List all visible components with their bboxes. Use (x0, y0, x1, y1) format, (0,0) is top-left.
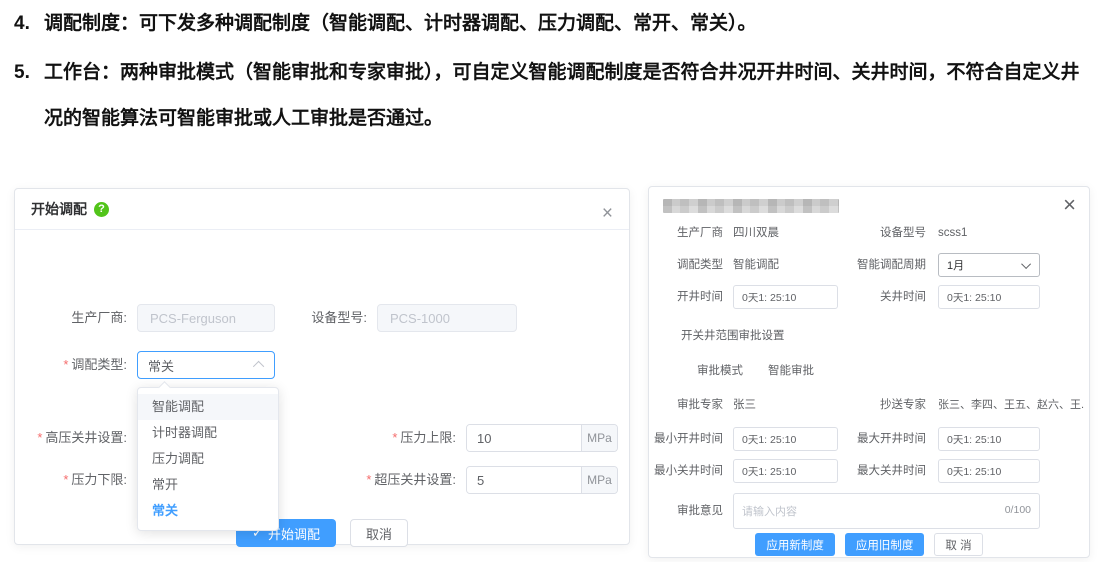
chevron-up-icon (253, 361, 264, 372)
apply-new-policy-button[interactable]: 应用新制度 (755, 533, 835, 556)
manufacturer-label: 生产厂商 (649, 221, 723, 245)
max-open-time-label: 最大开井时间 (836, 427, 926, 451)
smart-cycle-value: 1月 (947, 257, 964, 273)
apply-old-policy-button[interactable]: 应用旧制度 (845, 533, 925, 556)
overpressure-close-group: MPa (466, 466, 618, 494)
open-time-field[interactable] (733, 285, 838, 309)
dispatch-type-value: 智能调配 (733, 253, 779, 277)
approval-expert-value: 张三 (733, 393, 756, 417)
manufacturer-value: 四川双晨 (733, 221, 779, 245)
overpressure-close-unit: MPa (581, 467, 617, 493)
dialog-header: 开始调配 ? (15, 189, 629, 230)
doc-item-number: 4. (14, 8, 44, 40)
pressure-upper-group: MPa (466, 424, 618, 452)
pressure-upper-label: *压力上限: (355, 424, 456, 452)
doc-item-text: 工作台：两种审批模式（智能审批和专家审批），可自定义智能调配制度是否符合井况开井… (44, 50, 1094, 142)
dropdown-option-timer[interactable]: 计时器调配 (138, 420, 278, 446)
overpressure-close-label: *超压关井设置: (345, 466, 456, 494)
document-text: 4. 调配制度：可下发多种调配制度（智能调配、计时器调配、压力调配、常开、常关）… (14, 8, 1094, 142)
dropdown-option-pressure[interactable]: 压力调配 (138, 446, 278, 472)
comment-placeholder: 请输入内容 (742, 503, 797, 519)
approval-comment-label: 审批意见 (649, 499, 723, 523)
device-model-label: 设备型号 (836, 221, 926, 245)
cancel-button[interactable]: 取消 (350, 519, 408, 547)
dropdown-arrow (158, 381, 171, 394)
manufacturer-label: 生产厂商: (31, 304, 127, 332)
dialog-footer: 应用新制度 应用旧制度 取 消 (649, 533, 1089, 556)
dropdown-option-always-open[interactable]: 常开 (138, 472, 278, 498)
comment-char-counter: 0/100 (1005, 504, 1031, 516)
close-time-label: 关井时间 (836, 285, 926, 309)
high-pressure-close-label: *高压关井设置: (21, 424, 127, 452)
pressure-upper-field[interactable] (467, 425, 581, 451)
chevron-down-icon (1021, 259, 1031, 269)
dialog-body: 生产厂商: 设备型号: *调配类型: 常关 智能调配 计时器调配 压力调配 常开… (31, 229, 613, 544)
start-dispatch-dialog: 开始调配 ? × 生产厂商: 设备型号: *调配类型: 常关 智能调配 计时器调… (14, 188, 630, 545)
dispatch-type-select[interactable]: 常关 (137, 351, 275, 379)
dropdown-option-always-closed[interactable]: 常关 (138, 498, 278, 524)
open-time-label: 开井时间 (649, 285, 723, 309)
doc-item-number: 5. (14, 50, 44, 142)
cc-expert-value: 张三、李四、王五、赵六、王... (938, 393, 1084, 417)
dispatch-type-label: 调配类型 (649, 253, 723, 277)
help-icon[interactable]: ? (94, 202, 109, 217)
close-icon[interactable]: × (602, 204, 613, 223)
manufacturer-field (137, 304, 275, 332)
dropdown-option-smart[interactable]: 智能调配 (138, 394, 278, 420)
dispatch-type-dropdown: 智能调配 计时器调配 压力调配 常开 常关 (137, 387, 279, 531)
cc-expert-label: 抄送专家 (836, 393, 926, 417)
required-mark: * (392, 430, 397, 445)
required-mark: * (63, 472, 68, 487)
device-model-label: 设备型号: (275, 304, 367, 332)
required-mark: * (63, 357, 68, 372)
overpressure-close-field[interactable] (467, 467, 581, 493)
device-model-field (377, 304, 517, 332)
dispatch-type-label: *调配类型: (31, 351, 127, 379)
smart-cycle-select[interactable]: 1月 (938, 253, 1040, 277)
max-close-time-label: 最大关井时间 (836, 459, 926, 483)
approval-mode-value: 智能审批 (768, 359, 814, 383)
smart-cycle-label: 智能调配周期 (836, 253, 926, 277)
close-time-field[interactable] (938, 285, 1040, 309)
approval-review-dialog: × 生产厂商 四川双晨 设备型号 scss1 调配类型 智能调配 智能调配周期 … (648, 186, 1090, 558)
close-icon[interactable]: × (1063, 194, 1076, 216)
pressure-upper-unit: MPa (581, 425, 617, 451)
required-mark: * (37, 430, 42, 445)
pressure-lower-label: *压力下限: (31, 466, 127, 494)
doc-item-text: 调配制度：可下发多种调配制度（智能调配、计时器调配、压力调配、常开、常关）。 (44, 8, 1094, 40)
max-open-time-field[interactable] (938, 427, 1040, 451)
approval-comment-textarea[interactable]: 请输入内容 0/100 (733, 493, 1040, 529)
dispatch-type-value: 常关 (148, 356, 174, 375)
min-close-time-label: 最小关井时间 (649, 459, 723, 483)
min-close-time-field[interactable] (733, 459, 838, 483)
cancel-button[interactable]: 取 消 (934, 533, 982, 556)
redacted-title (663, 199, 839, 213)
doc-item-4: 4. 调配制度：可下发多种调配制度（智能调配、计时器调配、压力调配、常开、常关）… (14, 8, 1094, 40)
device-model-value: scss1 (938, 221, 967, 245)
dialog-footer: ✓ 开始调配 取消 (31, 519, 613, 547)
approval-mode-label: 审批模式 (649, 359, 743, 383)
min-open-time-field[interactable] (733, 427, 838, 451)
required-mark: * (366, 472, 371, 487)
dialog-title: 开始调配 (31, 199, 87, 219)
min-open-time-label: 最小开井时间 (649, 427, 723, 451)
doc-item-5: 5. 工作台：两种审批模式（智能审批和专家审批），可自定义智能调配制度是否符合井… (14, 50, 1094, 142)
approval-expert-label: 审批专家 (649, 393, 723, 417)
approval-range-section-title: 开关井范围审批设置 (681, 327, 785, 343)
max-close-time-field[interactable] (938, 459, 1040, 483)
